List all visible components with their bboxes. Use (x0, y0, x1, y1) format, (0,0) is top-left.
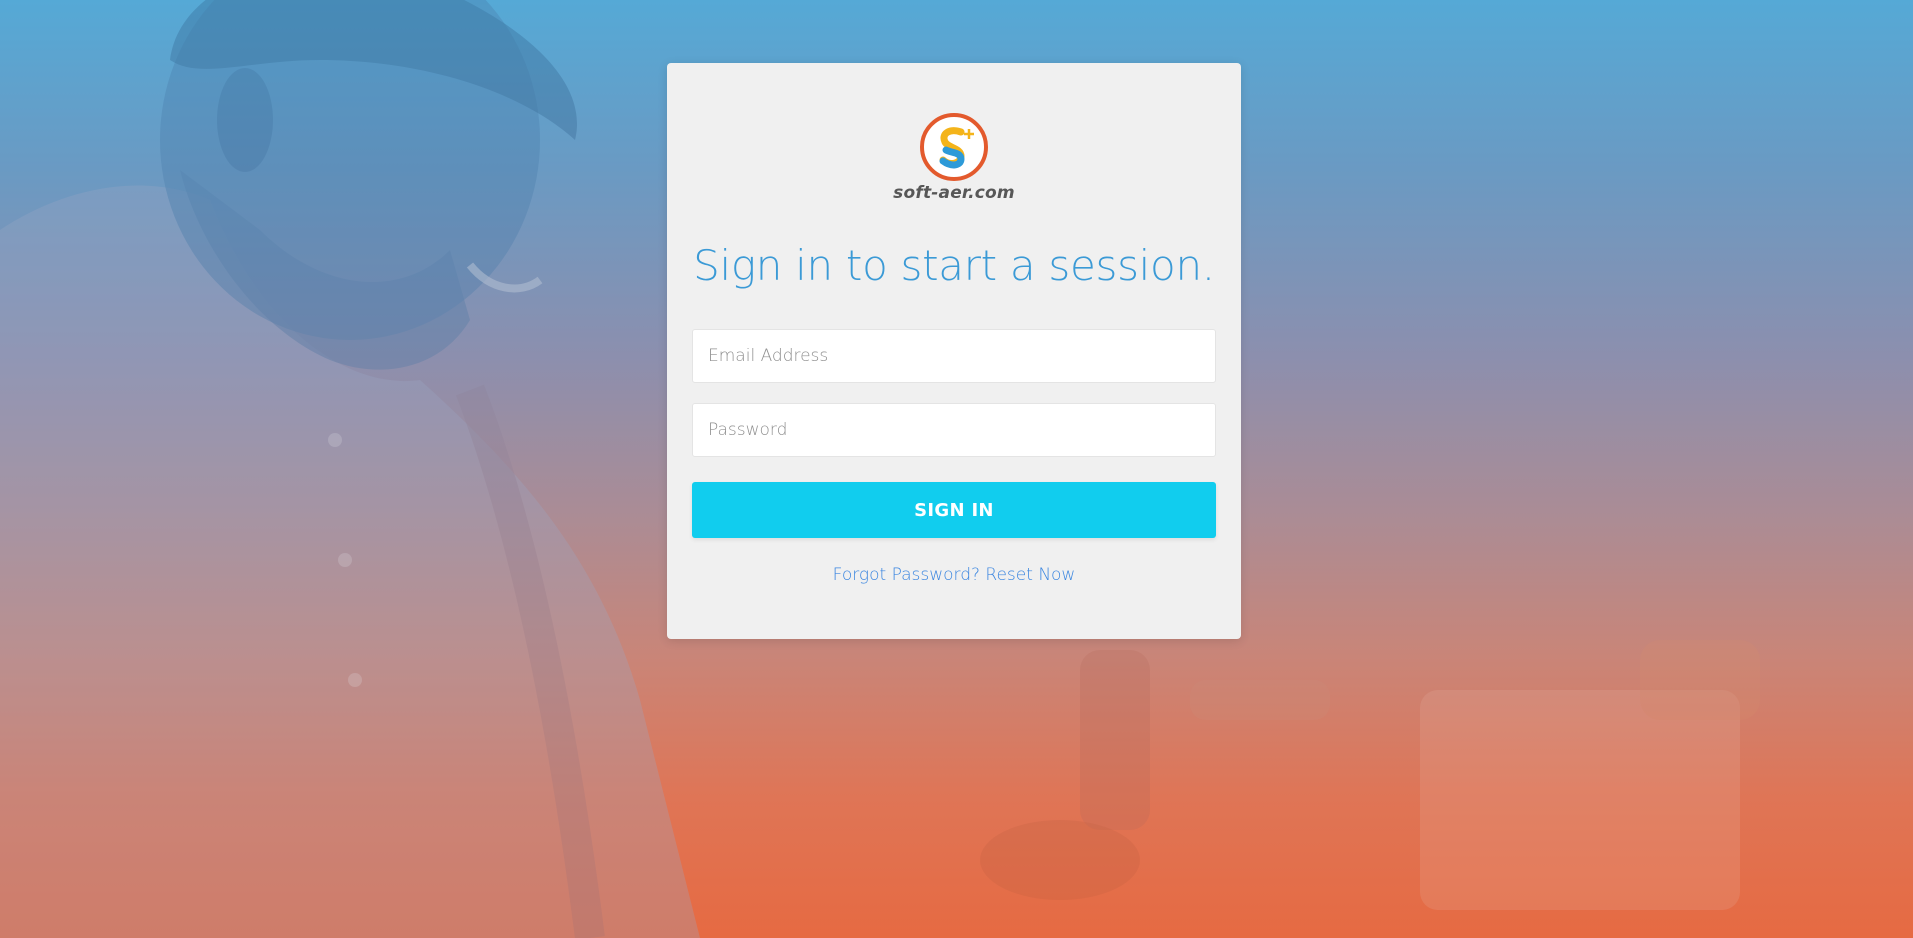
brand-logo: soft-aer.com (667, 112, 1241, 203)
login-card: soft-aer.com Sign in to start a session.… (667, 63, 1241, 639)
logo-text: soft-aer.com (893, 183, 1015, 203)
soft-aer-logo-icon (920, 113, 988, 181)
email-field[interactable] (692, 329, 1216, 383)
password-field[interactable] (692, 403, 1216, 457)
page-title: Sign in to start a session. (693, 241, 1215, 290)
sign-in-button[interactable]: SIGN IN (692, 482, 1216, 538)
forgot-password-link[interactable]: Forgot Password? Reset Now (667, 565, 1241, 585)
